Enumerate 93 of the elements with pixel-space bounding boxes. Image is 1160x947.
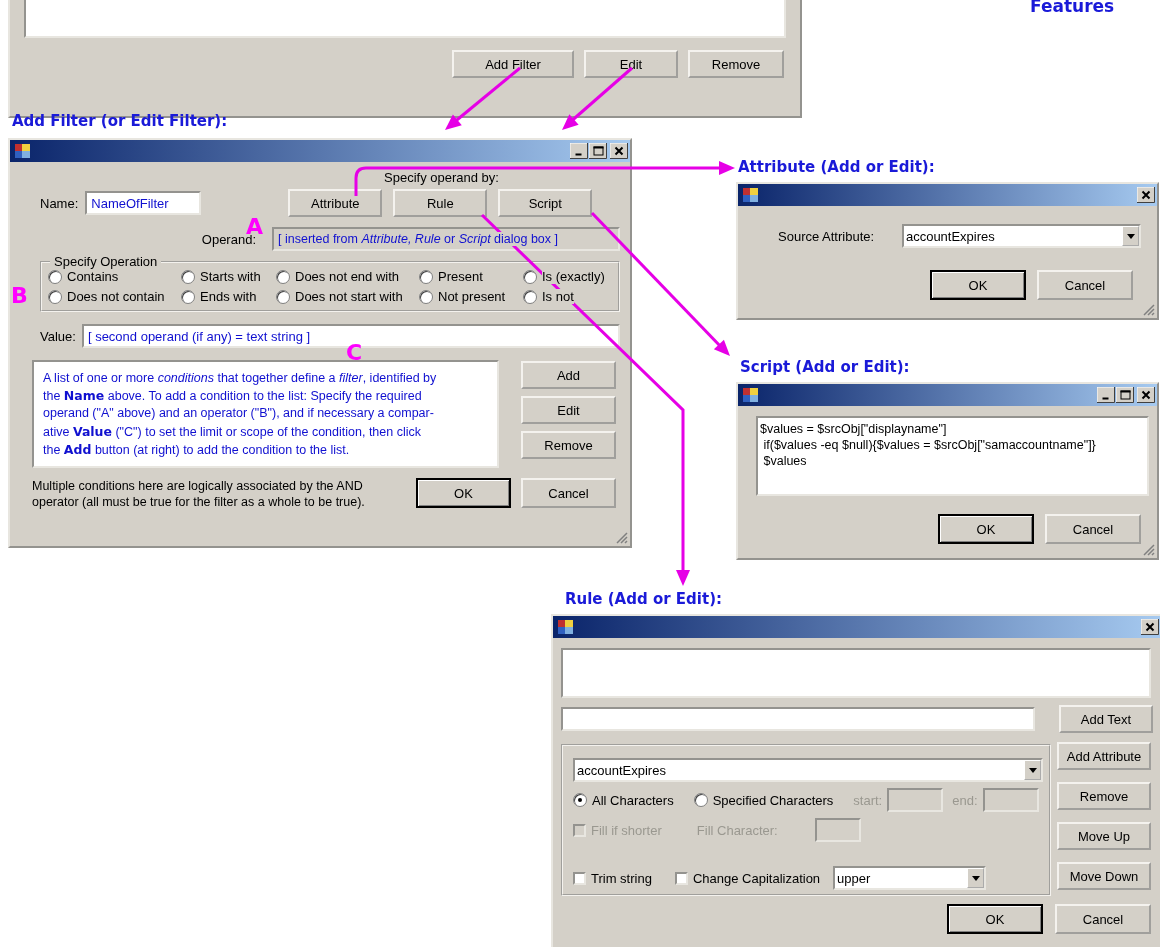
radio-label: Ends with: [200, 289, 257, 304]
button[interactable]: Cancel: [521, 478, 616, 508]
button[interactable]: Remove: [521, 431, 616, 459]
dialog-caption: Add Filter (or Edit Filter):: [12, 112, 228, 130]
fill-character-field[interactable]: [814, 818, 861, 842]
heading: Features: [1030, 0, 1115, 16]
button[interactable]: Add Filter: [452, 50, 574, 78]
radio-button[interactable]: [48, 289, 62, 304]
button[interactable]: Remove: [688, 50, 784, 78]
resize-grip-icon[interactable]: [616, 532, 628, 544]
checkbox-label: Fill if shorter: [591, 822, 662, 838]
radio-button[interactable]: [181, 269, 195, 284]
radio-button[interactable]: [573, 793, 587, 807]
radio-label: Is (exactly): [542, 269, 605, 284]
button[interactable]: Remove: [1057, 782, 1151, 810]
button[interactable]: OK: [938, 514, 1034, 544]
radio-button[interactable]: [523, 289, 537, 304]
radio-button[interactable]: [48, 269, 62, 284]
name-field[interactable]: NameOfFilter: [85, 191, 202, 215]
value-label: Value:: [40, 328, 76, 344]
radio-button[interactable]: [693, 793, 708, 807]
checkbox[interactable]: [674, 871, 688, 885]
attribute-dropdown[interactable]: accountExpires: [901, 224, 1141, 248]
dialog-caption: Attribute (Add or Edit):: [738, 158, 935, 176]
radio-label: Contains: [67, 269, 119, 284]
button[interactable]: Add: [521, 361, 616, 389]
name-label: Name:: [40, 195, 79, 211]
radio-label: Starts with: [200, 269, 261, 284]
close-button[interactable]: [1137, 387, 1155, 403]
source-attribute-label: Source Attribute:: [778, 228, 876, 244]
capitalization-dropdown[interactable]: upper: [833, 866, 987, 890]
button[interactable]: Add Attribute: [1057, 742, 1151, 770]
checkbox[interactable]: [573, 871, 586, 885]
app-icon: [742, 187, 760, 203]
start-label: start:: [853, 792, 883, 808]
radio-label: Present: [438, 269, 483, 284]
script-editor[interactable]: $values = $srcObj["displayname"] if($values -eq $null){$values = $srcObj["samaccountname"]} $values: [756, 416, 1149, 496]
maximize-button[interactable]: [589, 143, 607, 159]
annotation-letter: B: [11, 285, 28, 307]
radio-label: Does not contain: [67, 289, 165, 304]
rule-preview-box[interactable]: [561, 648, 1151, 698]
maximize-button[interactable]: [1116, 387, 1134, 403]
radio-button[interactable]: [276, 289, 290, 304]
resize-grip-icon[interactable]: [1143, 544, 1155, 556]
button[interactable]: Script: [498, 189, 593, 217]
button[interactable]: Add Text: [1059, 705, 1153, 733]
button[interactable]: OK: [947, 904, 1043, 934]
button[interactable]: Edit: [584, 50, 678, 78]
radio-label: All Characters: [592, 792, 674, 808]
radio-label: Not present: [438, 289, 506, 304]
close-button[interactable]: [1141, 619, 1159, 635]
end-label: end:: [952, 792, 978, 808]
button[interactable]: Rule: [393, 189, 488, 217]
close-button[interactable]: [1137, 187, 1155, 203]
radio-label: Does not start with: [295, 289, 403, 304]
radio-button[interactable]: [523, 269, 537, 284]
app-icon: [14, 143, 32, 159]
button[interactable]: Cancel: [1037, 270, 1133, 300]
radio-button[interactable]: [419, 289, 433, 304]
radio-button[interactable]: [276, 269, 290, 284]
dialog-caption: Rule (Add or Edit):: [565, 590, 722, 608]
button[interactable]: OK: [930, 270, 1026, 300]
button[interactable]: OK: [416, 478, 511, 508]
checkbox-label: Change Capitalization: [692, 870, 821, 886]
button[interactable]: Move Down: [1057, 862, 1151, 890]
fill-character-label: Fill Character:: [696, 822, 778, 838]
minimize-button[interactable]: [1097, 387, 1115, 403]
radio-label: Specified Characters: [712, 792, 834, 808]
button[interactable]: Move Up: [1057, 822, 1151, 850]
end-field[interactable]: [982, 788, 1039, 812]
resize-grip-icon[interactable]: [1143, 304, 1155, 316]
radio-label: Is not: [542, 289, 574, 304]
operand-prompt: Specify operand by:: [384, 170, 500, 185]
radio-label: Does not end with: [295, 269, 400, 284]
operand-field[interactable]: [ inserted from Attribute, Rule or Script dialog box ]: [272, 227, 620, 251]
radio-button[interactable]: [419, 269, 433, 284]
start-field[interactable]: [887, 788, 944, 812]
conditions-list[interactable]: A list of one or more conditions that together define a filter, identified by the Name above. To add a condition to the list: Specify the required operand ("A" above) and an operator ("B"), and if necessary a compar- ative Value ("C") to set the limit or scope of the condition, then click the Add button (at right) to add the condition to the list.: [32, 360, 499, 468]
app-icon: [742, 387, 760, 403]
minimize-button[interactable]: [570, 143, 588, 159]
text-field[interactable]: [561, 707, 1035, 731]
radio-button[interactable]: [181, 289, 195, 304]
close-button[interactable]: [610, 143, 628, 159]
checkbox-label: Trim string: [591, 870, 652, 886]
button[interactable]: Cancel: [1045, 514, 1141, 544]
dialog-caption: Script (Add or Edit):: [740, 358, 910, 376]
attribute-dropdown[interactable]: accountExpires: [573, 758, 1043, 782]
app-icon: [557, 619, 575, 635]
button[interactable]: Cancel: [1055, 904, 1151, 934]
button[interactable]: Edit: [521, 396, 616, 424]
button[interactable]: Attribute: [288, 189, 383, 217]
group-title: Specify Operation: [50, 254, 162, 269]
note-text: Multiple conditions here are logically associated by the AND operator (all must be true for the filter as a whole to be true).: [32, 478, 366, 510]
